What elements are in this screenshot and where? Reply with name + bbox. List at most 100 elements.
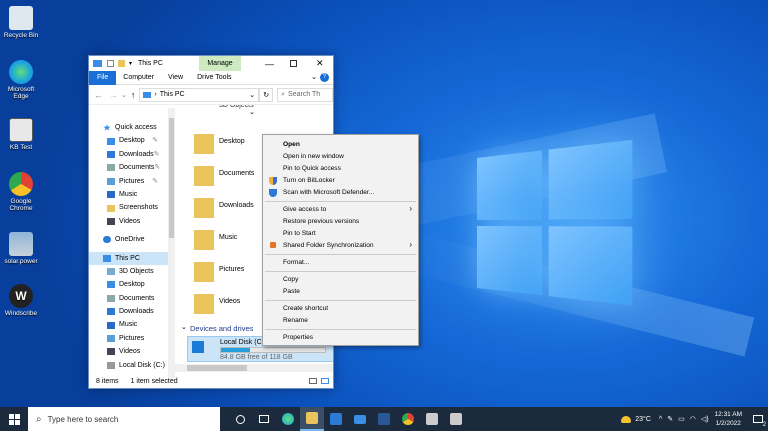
horizontal-scrollbar[interactable] (175, 364, 334, 372)
tab-file[interactable]: File (89, 71, 116, 85)
window-title: This PC (138, 60, 163, 67)
menu-item-pin-start[interactable]: Pin to Start (283, 228, 316, 240)
tab-view[interactable]: View (161, 71, 190, 85)
expand-ribbon-icon[interactable]: ⌄ (308, 71, 320, 85)
group-header[interactable]: Devices and drives (190, 324, 253, 333)
menu-item-give-access[interactable]: Give access to (283, 204, 326, 216)
chevron-down-icon[interactable]: ▾ (129, 60, 132, 67)
folder-music[interactable]: Music (219, 234, 237, 241)
nav-pc-downloads[interactable]: Downloads (89, 305, 168, 318)
taskbar-app-2[interactable] (444, 407, 468, 431)
nav-scrollbar[interactable] (168, 108, 175, 378)
details-view-icon[interactable] (309, 378, 317, 384)
properties-icon[interactable] (107, 60, 114, 67)
notification-center-button[interactable]: 2 (748, 407, 768, 431)
up-button[interactable]: ↑ (131, 90, 136, 100)
task-view-button[interactable] (252, 407, 276, 431)
minimize-button[interactable]: — (265, 59, 274, 69)
folder-icon (306, 412, 318, 424)
address-bar-row: ← → ⌄ ↑ › This PC ⌄ ↻ ⌕ Search Th (89, 85, 333, 105)
folder-videos[interactable]: Videos (219, 298, 240, 305)
nav-this-pc[interactable]: This PC (89, 252, 168, 265)
desktop-icon-chrome[interactable]: Google Chrome (2, 172, 40, 212)
nav-pc-music[interactable]: Music (89, 318, 168, 331)
taskbar-store[interactable] (324, 407, 348, 431)
tab-computer[interactable]: Computer (116, 71, 161, 85)
folder-pictures[interactable]: Pictures (219, 266, 244, 273)
folder-icon (194, 230, 214, 250)
start-button[interactable] (0, 407, 28, 431)
taskbar-search-box[interactable]: ⌕ Type here to search (28, 407, 220, 431)
menu-item-bitlocker[interactable]: Turn on BitLocker (283, 175, 335, 187)
desktop-icon-windscribe[interactable]: W Windscribe (2, 284, 40, 317)
nav-pc-pictures[interactable]: Pictures (89, 332, 168, 345)
back-button[interactable]: ← (94, 90, 103, 100)
menu-item-create-shortcut[interactable]: Create shortcut (283, 303, 328, 315)
taskbar-app-1[interactable] (420, 407, 444, 431)
forward-button[interactable]: → (109, 90, 118, 100)
folder-downloads[interactable]: Downloads (219, 202, 254, 209)
desktop-icon-recycle-bin[interactable]: Recycle Bin (2, 6, 40, 39)
taskbar-file-explorer[interactable] (300, 407, 324, 431)
tab-drive-tools[interactable]: Drive Tools (190, 71, 239, 85)
nav-item-downloads[interactable]: Downloads ✎ (89, 148, 168, 161)
desktop-icon-solar-power[interactable]: solar.power (2, 232, 40, 265)
nav-item-documents[interactable]: Documents ✎ (89, 161, 168, 174)
weather-temp[interactable]: 23°C (635, 416, 651, 423)
folder-documents[interactable]: Documents (219, 170, 254, 177)
nav-item-desktop[interactable]: Desktop ✎ (89, 134, 168, 147)
desktop-icon-kb-test[interactable]: KB Test (2, 118, 40, 151)
nav-pc-documents[interactable]: Documents (89, 292, 168, 305)
address-box[interactable]: › This PC ⌄ (139, 88, 259, 102)
menu-item-restore-versions[interactable]: Restore previous versions (283, 216, 359, 228)
manage-tab[interactable]: Manage (199, 56, 241, 71)
download-icon (107, 308, 115, 315)
nav-item-videos[interactable]: Videos (89, 215, 168, 228)
large-icons-view-icon[interactable] (321, 378, 329, 384)
show-hidden-icons[interactable]: ^ (659, 416, 662, 423)
nav-quick-access[interactable]: Quick access (89, 121, 168, 134)
nav-item-screenshots[interactable]: Screenshots (89, 201, 168, 214)
nav-item-pictures[interactable]: Pictures ✎ (89, 175, 168, 188)
taskbar-edge[interactable] (276, 407, 300, 431)
folder-desktop[interactable]: Desktop (219, 138, 245, 145)
nav-item-music[interactable]: Music (89, 188, 168, 201)
address-dropdown-icon[interactable]: ⌄ (249, 91, 255, 99)
taskbar-mail[interactable] (348, 407, 372, 431)
refresh-button[interactable]: ↻ (259, 88, 273, 102)
maximize-button[interactable] (290, 60, 297, 67)
nav-pc-local-disk[interactable]: Local Disk (C:) (89, 359, 168, 372)
new-folder-icon[interactable] (118, 60, 125, 67)
volume-icon[interactable]: ◁) (701, 415, 709, 423)
group-chevron-icon[interactable]: ⌄ (181, 323, 187, 331)
menu-item-shared-folder-sync[interactable]: Shared Folder Synchronization (283, 240, 374, 252)
weather-icon[interactable] (621, 416, 631, 423)
notification-badge: 2 (763, 422, 766, 428)
close-button[interactable]: ✕ (316, 58, 324, 69)
search-input[interactable]: ⌕ Search Th (277, 88, 333, 102)
help-icon[interactable]: ? (320, 73, 329, 82)
menu-item-properties[interactable]: Properties (283, 332, 313, 344)
pen-icon[interactable]: ✎ (667, 415, 673, 423)
menu-item-format[interactable]: Format... (283, 257, 309, 269)
battery-icon[interactable]: ▭ (678, 415, 685, 423)
sort-chevron-icon[interactable]: ⌄ (249, 108, 255, 116)
recent-chevron-icon[interactable]: ⌄ (121, 91, 127, 99)
nav-pc-videos[interactable]: Videos (89, 345, 168, 358)
menu-item-scan-defender[interactable]: Scan with Microsoft Defender... (283, 187, 374, 199)
taskbar-chrome[interactable] (396, 407, 420, 431)
desktop-icon-edge[interactable]: Microsoft Edge (2, 60, 40, 100)
cortana-button[interactable] (228, 407, 252, 431)
network-icon[interactable]: ◠ (690, 415, 696, 423)
nav-pc-desktop[interactable]: Desktop (89, 278, 168, 291)
menu-item-open[interactable]: Open (283, 139, 300, 151)
menu-item-copy[interactable]: Copy (283, 274, 298, 286)
taskbar-word[interactable] (372, 407, 396, 431)
menu-item-rename[interactable]: Rename (283, 315, 308, 327)
menu-item-paste[interactable]: Paste (283, 286, 300, 298)
nav-onedrive[interactable]: OneDrive (89, 233, 168, 246)
menu-item-pin-quick-access[interactable]: Pin to Quick access (283, 163, 341, 175)
nav-pc-3d-objects[interactable]: 3D Objects (89, 265, 168, 278)
menu-item-open-new-window[interactable]: Open in new window (283, 151, 344, 163)
clock[interactable]: 12:31 AM 1/2/2022 (715, 410, 742, 428)
